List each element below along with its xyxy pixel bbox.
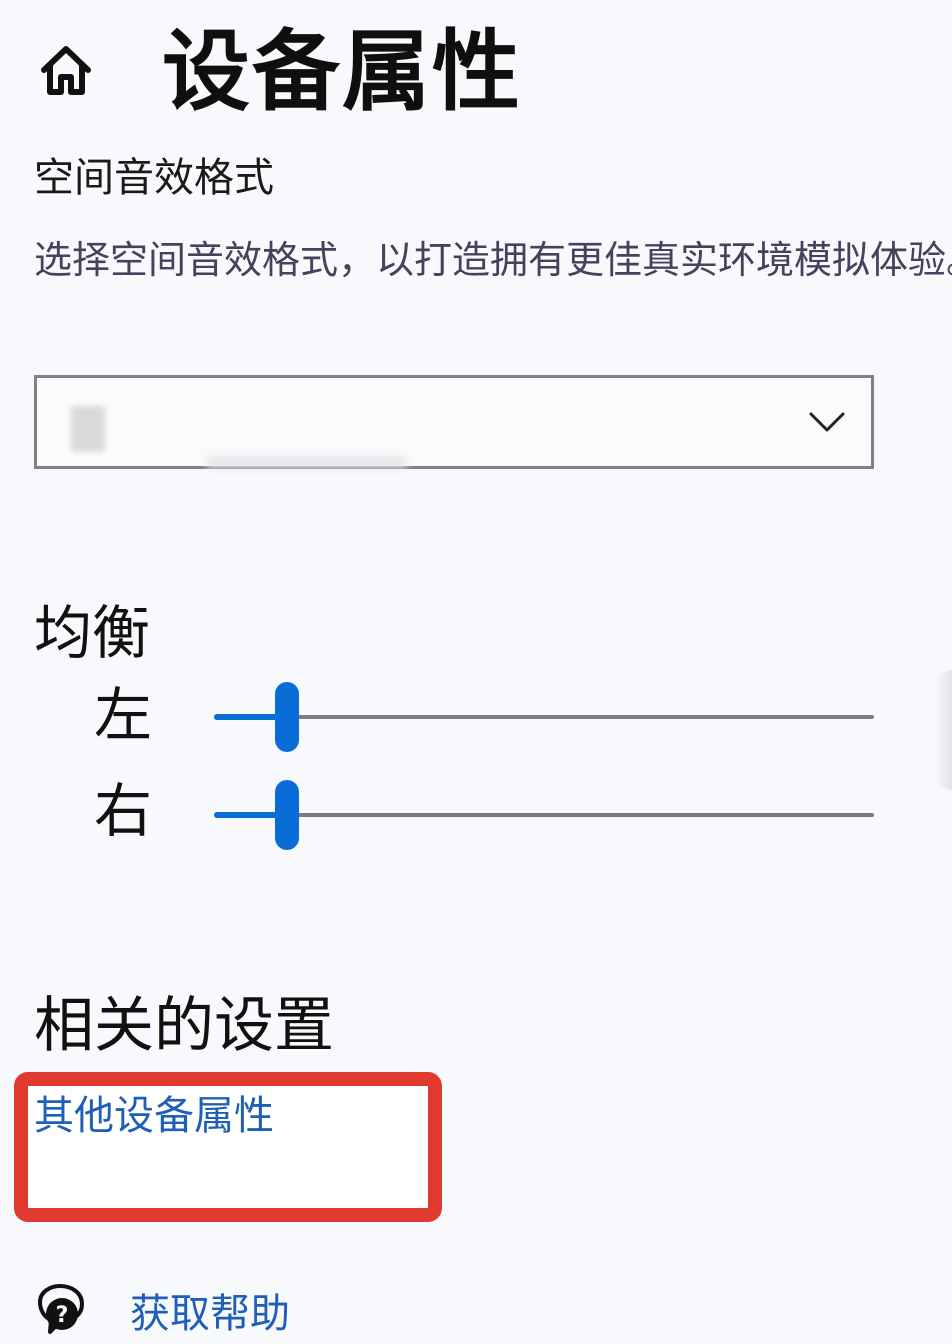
spatial-sound-dropdown[interactable] [34, 375, 874, 469]
help-chat-icon: ? [38, 1284, 84, 1334]
right-balance-slider[interactable] [214, 780, 874, 850]
home-icon[interactable] [36, 40, 96, 100]
scrollbar-edge [934, 670, 952, 790]
related-settings-title: 相关的设置 [34, 991, 334, 1061]
left-balance-slider[interactable] [214, 682, 874, 752]
slider-track [214, 715, 874, 719]
device-properties-page: 设备属性 空间音效格式 选择空间音效格式，以打造拥有更佳真实环境模拟体验。 均衡… [0, 0, 952, 1344]
redacted-value-blur [71, 406, 105, 452]
right-channel-label: 右 [94, 777, 153, 845]
slider-track [214, 813, 874, 817]
redacted-value-blur [207, 456, 407, 468]
spatial-sound-description: 选择空间音效格式，以打造拥有更佳真实环境模拟体验。 [34, 238, 952, 282]
left-channel-label: 左 [94, 681, 153, 749]
get-help-link[interactable]: 获取帮助 [130, 1288, 290, 1340]
page-title: 设备属性 [162, 20, 523, 123]
balance-title: 均衡 [34, 599, 151, 667]
slider-thumb[interactable] [275, 780, 299, 850]
spatial-sound-label: 空间音效格式 [34, 155, 274, 201]
slider-thumb[interactable] [275, 682, 299, 752]
svg-text:?: ? [56, 1303, 69, 1328]
chevron-down-icon [809, 412, 845, 432]
additional-device-properties-link[interactable]: 其他设备属性 [34, 1090, 274, 1142]
